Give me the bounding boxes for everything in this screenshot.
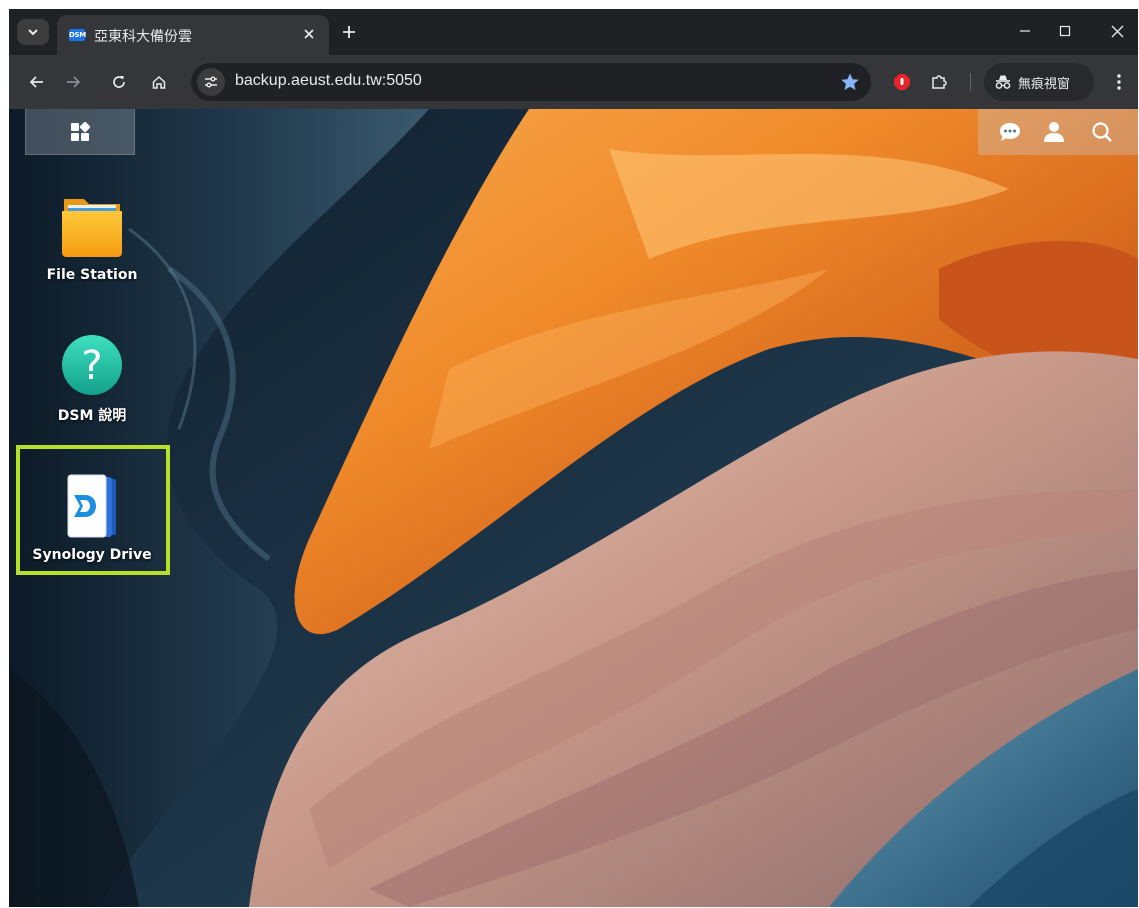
tab-search-button[interactable] xyxy=(17,19,49,45)
adblock-icon xyxy=(894,74,910,90)
close-icon xyxy=(304,29,314,39)
tab-strip: DSM 亞東科大備份雲 xyxy=(9,9,1138,55)
adblock-extension-button[interactable] xyxy=(888,68,916,96)
top-right-tray xyxy=(978,109,1138,155)
minimize-icon xyxy=(1020,30,1030,32)
dsm-help-label: DSM 說明 xyxy=(57,408,127,424)
tab-title: 亞東科大備份雲 xyxy=(94,29,192,45)
wallpaper-image xyxy=(9,109,1138,907)
incognito-indicator[interactable]: 無痕視窗 xyxy=(984,63,1094,101)
arrow-right-icon xyxy=(67,76,81,88)
chat-icon xyxy=(1000,123,1020,141)
address-bar[interactable]: backup.aeust.edu.tw:5050 xyxy=(191,63,871,101)
toolbar-divider xyxy=(970,73,971,91)
tune-icon xyxy=(205,76,217,88)
help-icon: ? xyxy=(62,335,122,395)
arrow-left-icon xyxy=(29,76,43,88)
user-icon xyxy=(1044,122,1064,142)
star-icon xyxy=(841,73,859,90)
notifications-button[interactable] xyxy=(996,118,1024,146)
bookmark-button[interactable] xyxy=(839,71,861,93)
main-menu-button[interactable] xyxy=(25,109,135,155)
close-tab-button[interactable] xyxy=(299,24,319,44)
browser-menu-button[interactable] xyxy=(1105,68,1133,96)
folder-icon xyxy=(62,199,122,257)
close-icon xyxy=(1111,25,1123,37)
home-button[interactable] xyxy=(145,68,173,96)
plus-icon xyxy=(343,26,355,38)
dsm-favicon: DSM xyxy=(69,29,86,41)
maximize-button[interactable] xyxy=(1049,17,1081,45)
browser-toolbar: backup.aeust.edu.tw:5050 無痕視窗 xyxy=(9,55,1138,109)
search-button[interactable] xyxy=(1088,118,1116,146)
chevron-down-icon xyxy=(28,29,38,36)
svg-text:?: ? xyxy=(81,343,102,389)
dsm-desktop: File Station ? DSM 說明 Synology Drive xyxy=(9,109,1138,907)
search-icon xyxy=(1092,122,1112,142)
home-icon xyxy=(152,75,166,89)
puzzle-icon xyxy=(932,75,947,89)
new-tab-button[interactable] xyxy=(337,20,361,44)
browser-window: DSM 亞東科大備份雲 backup.aeust.edu.tw:5050 無痕視… xyxy=(9,9,1138,907)
grid-menu-icon xyxy=(71,121,90,141)
site-info-button[interactable] xyxy=(197,68,225,96)
maximize-icon xyxy=(1059,25,1071,37)
back-button[interactable] xyxy=(23,68,51,96)
extensions-button[interactable] xyxy=(925,68,953,96)
file-station-label: File Station xyxy=(46,267,138,283)
kebab-menu-icon xyxy=(1117,74,1121,90)
highlight-box xyxy=(16,445,170,575)
active-tab[interactable]: DSM 亞東科大備份雲 xyxy=(57,15,329,55)
minimize-button[interactable] xyxy=(1009,17,1041,45)
close-window-button[interactable] xyxy=(1101,17,1133,45)
reload-button[interactable] xyxy=(105,68,133,96)
reload-icon xyxy=(113,76,125,88)
forward-button[interactable] xyxy=(59,68,87,96)
file-station-shortcut[interactable]: File Station xyxy=(17,193,167,293)
url-text[interactable]: backup.aeust.edu.tw:5050 xyxy=(235,72,422,90)
user-button[interactable] xyxy=(1040,118,1068,146)
incognito-label: 無痕視窗 xyxy=(1018,76,1071,92)
incognito-icon xyxy=(995,75,1011,89)
dsm-help-shortcut[interactable]: ? DSM 說明 xyxy=(17,331,167,431)
